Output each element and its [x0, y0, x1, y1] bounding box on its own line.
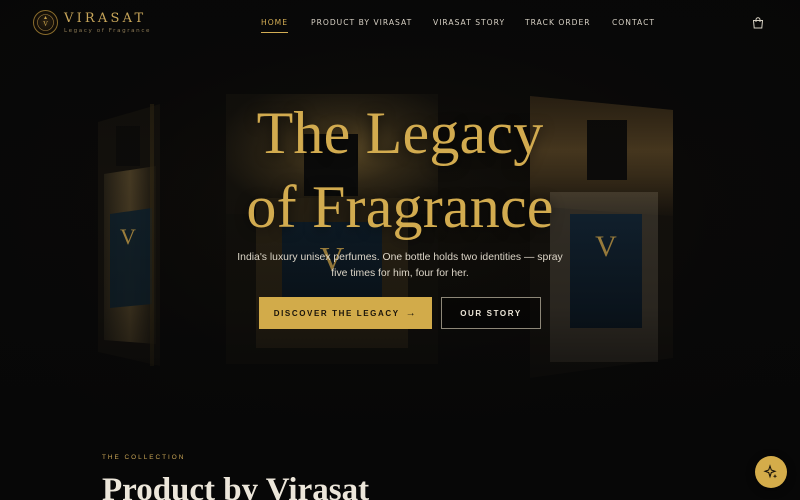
sparkles-icon[interactable] [755, 456, 787, 488]
hero-subtitle: India's luxury unisex perfumes. One bott… [237, 252, 563, 279]
arrow-right-icon: → [405, 307, 418, 319]
nav-item-product-by-virasat[interactable]: PRODUCT BY VIRASAT [311, 17, 412, 28]
collection-eyebrow: THE COLLECTION [102, 454, 186, 461]
our-story-button[interactable]: OUR STORY [441, 297, 541, 329]
our-story-button-label: OUR STORY [460, 308, 522, 318]
hero-title-line1: The Legacy [256, 100, 544, 166]
site-header: V VIRASAT Legacy of Fragrance HOME PRODU… [0, 0, 800, 46]
hero-section: V V [0, 0, 800, 440]
nav-item-home[interactable]: HOME [261, 17, 289, 33]
shopping-bag-icon[interactable] [751, 15, 765, 29]
collection-title: Product by Virasat [102, 472, 370, 500]
discover-button-label: DISCOVER THE LEGACY [273, 308, 400, 318]
discover-the-legacy-button[interactable]: DISCOVER THE LEGACY → [259, 297, 432, 329]
hero-title-line2: of Fragrance [246, 174, 554, 240]
main-nav: HOME PRODUCT BY VIRASAT VIRASAT STORY TR… [0, 17, 800, 33]
nav-item-virasat-story[interactable]: VIRASAT STORY [433, 17, 505, 28]
nav-item-contact[interactable]: CONTACT [612, 17, 655, 28]
nav-item-track-order[interactable]: TRACK ORDER [525, 17, 591, 28]
